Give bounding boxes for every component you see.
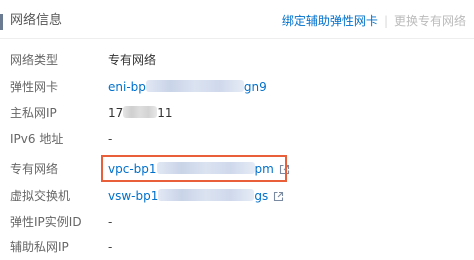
network-type-value: 专有网络 [108,53,157,67]
secondary-ip-label: 辅助私网IP [10,240,69,254]
row-eni: 弹性网卡 eni-bp gn9 [0,75,474,99]
private-ip-prefix: 17 [108,106,124,120]
secondary-ip-value: - [108,240,113,254]
row-network-type: 网络类型 专有网络 [0,48,474,72]
vpc-label: 专有网络 [10,162,59,176]
redacted-eni-id [145,80,244,92]
header-actions: 绑定辅助弹性网卡 | 更换专有网络 [282,13,466,29]
vswitch-id-suffix: gs [254,189,269,203]
vswitch-value-link[interactable]: vsw-bp1 gs [108,184,284,210]
section-title: 网络信息 [10,13,63,28]
eni-label: 弹性网卡 [10,80,59,94]
external-link-icon[interactable] [273,186,284,210]
eip-label: 弹性IP实例ID [10,215,82,229]
section-header: 网络信息 绑定辅助弹性网卡 | 更换专有网络 [0,0,474,40]
section-marker [0,14,3,30]
row-eip: 弹性IP实例ID - [0,210,474,234]
vswitch-id-prefix: vsw-bp1 [108,189,159,203]
row-private-ip: 主私网IP 17 11 [0,101,474,125]
eip-value: - [108,215,113,229]
ipv6-label: IPv6 地址 [10,132,64,146]
row-ipv6: IPv6 地址 - [0,127,474,151]
row-secondary-ip: 辅助私网IP - [0,235,474,259]
change-vpc-link[interactable]: 更换专有网络 [394,14,466,28]
network-type-label: 网络类型 [10,53,59,67]
private-ip-suffix: 11 [157,106,173,120]
eni-id-suffix: gn9 [243,80,267,94]
vpc-highlight-box [101,155,287,182]
redacted-private-ip [123,106,158,118]
private-ip-label: 主私网IP [10,106,57,120]
redacted-vswitch-id [158,189,255,201]
action-divider: | [383,14,388,28]
ipv6-value: - [108,132,113,146]
private-ip-value: 17 11 [108,101,173,125]
row-vswitch: 虚拟交换机 vsw-bp1 gs [0,184,474,208]
eni-id-prefix: eni-bp [108,80,146,94]
bind-eni-link[interactable]: 绑定辅助弹性网卡 [282,14,378,28]
header-divider [0,38,474,39]
eni-value-link[interactable]: eni-bp gn9 [108,75,267,99]
vswitch-label: 虚拟交换机 [10,189,71,203]
